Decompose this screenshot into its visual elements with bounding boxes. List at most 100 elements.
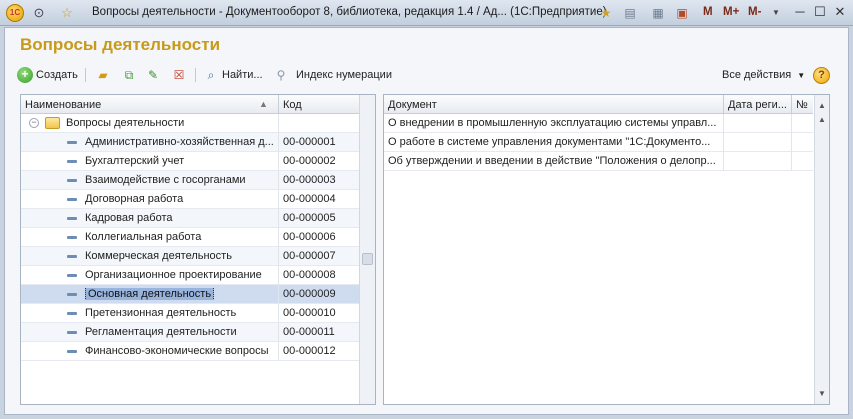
add-icon: + [17,67,33,83]
memory-button-m-minus[interactable]: M- [748,6,761,18]
table-row-selected[interactable]: Основная деятельность 00-000009 [21,285,359,304]
tree-row-name: Административно-хозяйственная д... [85,136,274,148]
item-icon [67,312,77,315]
create-label: Создать [36,69,78,81]
table-row[interactable]: Взаимодействие с госорганами 00-000003 [21,171,359,190]
tree-body: − Вопросы деятельности Административно-х… [21,114,359,361]
documents-table[interactable]: Документ Дата реги... № О внедрении в пр… [383,94,830,405]
table-row[interactable]: Административно-хозяйственная д... 00-000… [21,133,359,152]
help-icon[interactable]: ? [813,67,830,84]
column-header-code[interactable]: Код [283,99,302,111]
table-row[interactable]: Финансово-экономические вопросы 00-000012 [21,342,359,361]
tree-row-root[interactable]: − Вопросы деятельности [21,114,359,133]
tree-row-name: Договорная работа [85,193,184,205]
menu-icon[interactable]: ⊙ [30,4,48,22]
star-icon[interactable]: ☆ [58,4,76,22]
tree-row-code: 00-000012 [283,345,336,357]
chevron-down-icon: ▼ [797,71,806,80]
item-icon [67,198,77,201]
memory-button-m-plus[interactable]: M+ [723,6,739,18]
page-title: Вопросы деятельности [20,35,221,54]
tree-row-code: 00-000004 [283,193,336,205]
activity-issues-tree[interactable]: Наименование ▲ Код − Вопросы деятельност… [20,94,376,405]
history-icon[interactable]: ▤ [622,5,638,21]
item-icon [67,236,77,239]
column-divider [723,133,724,152]
table-row[interactable]: Кадровая работа 00-000005 [21,209,359,228]
tree-row-name: Взаимодействие с госорганами [85,174,246,186]
tree-row-name: Коммерческая деятельность [85,250,232,262]
chevron-down-icon[interactable]: ▼ [768,5,784,21]
table-row[interactable]: Коллегиальная работа 00-000006 [21,228,359,247]
folder-icon [45,117,60,129]
table-row[interactable]: О работе в системе управления документам… [384,133,813,152]
create-button[interactable]: + Создать [17,66,78,84]
form-area: Вопросы деятельности + Создать ▰ ⧉ ✎ ☒ ⌕… [4,27,849,415]
column-divider[interactable] [723,95,724,114]
table-row[interactable]: Регламентация деятельности 00-000011 [21,323,359,342]
item-icon [67,255,77,258]
table-row[interactable]: Договорная работа 00-000004 [21,190,359,209]
calendar-icon[interactable]: ▣ [674,5,690,21]
column-divider [278,247,279,266]
item-icon [67,293,77,296]
collapse-icon[interactable]: − [29,118,39,128]
table-row[interactable]: Бухгалтерский учет 00-000002 [21,152,359,171]
column-divider [278,342,279,361]
column-divider[interactable] [278,95,279,114]
create-folder-icon[interactable]: ▰ [95,67,111,83]
column-divider[interactable] [791,95,792,114]
memory-button-m[interactable]: M [703,6,713,18]
tree-row-code: 00-000007 [283,250,336,262]
app-logo-icon[interactable]: 1С [6,4,24,22]
tree-vertical-scrollbar[interactable] [359,95,375,404]
edit-icon[interactable]: ✎ [145,67,161,83]
documents-table-header: Документ Дата реги... № [384,95,813,114]
maximize-icon[interactable]: ☐ [810,3,830,21]
table-row[interactable]: Претензионная деятельность 00-000010 [21,304,359,323]
index-numbering-button[interactable]: ⚲ Индекс нумерации [273,66,392,84]
scroll-up-icon[interactable]: ▲ [818,115,826,124]
column-header-number[interactable]: № [796,99,808,111]
column-divider [278,209,279,228]
delete-icon[interactable]: ☒ [171,67,187,83]
scroll-down-icon[interactable]: ▼ [818,389,826,398]
scroll-up-icon[interactable]: ▲ [818,101,826,110]
table-row[interactable]: Коммерческая деятельность 00-000007 [21,247,359,266]
close-icon[interactable]: ✕ [830,3,850,21]
window-title-bar: 1С ⊙ ☆ Вопросы деятельности - Документоо… [0,0,853,26]
document-title: О работе в системе управления документам… [388,136,711,148]
item-icon [67,350,77,353]
find-button[interactable]: ⌕ Найти... [203,66,263,84]
column-header-name[interactable]: Наименование [25,99,101,111]
calculator-icon[interactable]: ▦ [650,5,666,21]
table-row[interactable]: Об утверждении и введении в действие "По… [384,152,813,171]
search-icon: ⌕ [207,68,215,82]
tree-row-code: 00-000010 [283,307,336,319]
item-icon [67,160,77,163]
tree-row-name: Регламентация деятельности [85,326,237,338]
favorites-icon[interactable]: ★ [598,5,614,21]
window-title: Вопросы деятельности - Документооборот 8… [92,6,607,18]
scrollbar-thumb[interactable] [362,253,373,265]
column-header-reg-date[interactable]: Дата реги... [728,99,787,111]
minimize-icon[interactable]: ─ [790,3,810,21]
sort-ascending-icon: ▲ [259,99,268,109]
all-actions-menu[interactable]: Все действия ▼ [722,69,805,81]
documents-vertical-scrollbar[interactable]: ▲ ▲ ▼ [814,95,829,404]
tree-row-code: 00-000008 [283,269,336,281]
column-header-document[interactable]: Документ [388,99,437,111]
tree-header: Наименование ▲ Код [21,95,359,114]
tree-row-name: Коллегиальная работа [85,231,202,243]
column-divider [278,304,279,323]
table-row[interactable]: О внедрении в промышленную эксплуатацию … [384,114,813,133]
table-row[interactable]: Организационное проектирование 00-000008 [21,266,359,285]
column-divider [791,114,792,133]
document-title: Об утверждении и введении в действие "По… [388,155,716,167]
find-label: Найти... [222,69,263,81]
item-icon [67,141,77,144]
copy-icon[interactable]: ⧉ [121,67,137,83]
tree-row-code: 00-000009 [283,288,336,300]
toolbar-separator [85,68,86,82]
tree-row-name: Вопросы деятельности [66,117,185,129]
